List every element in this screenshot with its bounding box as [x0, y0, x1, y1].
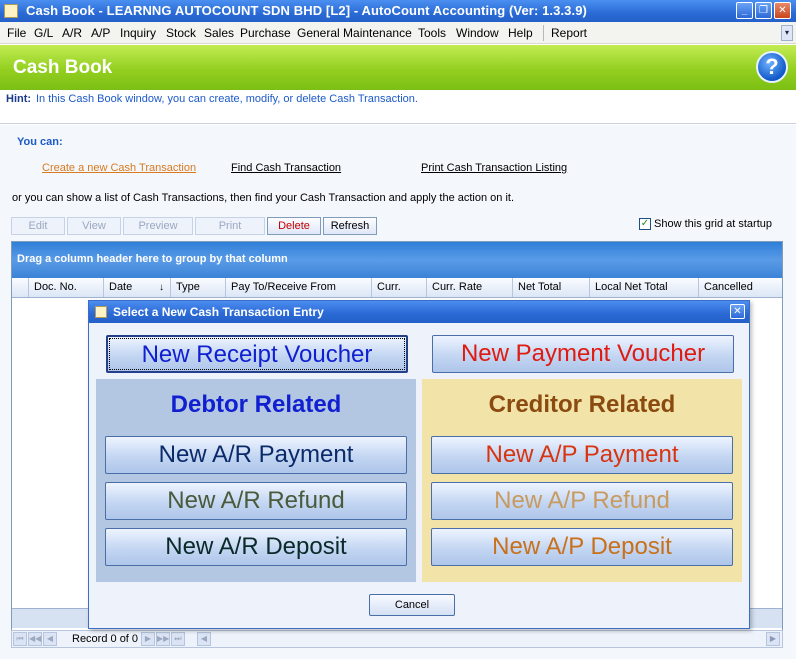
menu-bar: File G/L A/R A/P Inquiry Stock Sales Pur…	[0, 22, 796, 44]
col-date-label: Date	[109, 281, 133, 293]
col-local-net-total[interactable]: Local Net Total	[590, 278, 699, 297]
column-header-row: Doc. No. Date ↓ Type Pay To/Receive From …	[12, 278, 782, 298]
dialog-close-button[interactable]: ✕	[730, 304, 745, 319]
help-icon[interactable]: ?	[756, 51, 788, 83]
minimize-button[interactable]: _	[736, 2, 753, 19]
col-currency-rate[interactable]: Curr. Rate	[427, 278, 513, 297]
creditor-related-title: Creditor Related	[488, 391, 676, 418]
prev-page-icon[interactable]: ◀◀	[28, 632, 42, 646]
col-net-total[interactable]: Net Total	[513, 278, 590, 297]
creditor-related-panel: Creditor Related New A/P Payment New A/P…	[422, 379, 742, 582]
refresh-button[interactable]: Refresh	[323, 217, 377, 235]
new-ar-deposit-button[interactable]: New A/R Deposit	[105, 528, 407, 566]
you-can-label: You can:	[17, 136, 63, 148]
window-title: Cash Book - LEARNNG AUTOCOUNT SDN BHD [L…	[26, 3, 587, 18]
menu-gl[interactable]: G/L	[34, 26, 53, 40]
page-header: Cash Book	[0, 45, 796, 90]
group-by-hint: Drag a column header here to group by th…	[17, 253, 288, 265]
menu-overflow-icon[interactable]: ▾	[781, 25, 793, 41]
col-type[interactable]: Type	[171, 278, 226, 297]
hint-box: Hint: In this Cash Book window, you can …	[0, 90, 796, 124]
create-cash-transaction-link[interactable]: Create a new Cash Transaction	[42, 162, 196, 174]
list-instruction-text: or you can show a list of Cash Transacti…	[12, 192, 515, 204]
menu-window[interactable]: Window	[456, 26, 499, 40]
menu-general-maintenance[interactable]: General Maintenance	[297, 26, 412, 40]
hint-label: Hint:	[6, 93, 32, 105]
app-icon	[4, 4, 18, 18]
col-date[interactable]: Date ↓	[104, 278, 171, 297]
view-button[interactable]: View	[67, 217, 121, 235]
menu-tools[interactable]: Tools	[418, 26, 446, 40]
dialog-title: Select a New Cash Transaction Entry	[113, 305, 324, 319]
scroll-right-icon[interactable]: ▶	[766, 632, 780, 646]
print-button[interactable]: Print	[195, 217, 265, 235]
debtor-related-title: Debtor Related	[170, 391, 342, 418]
next-record-icon[interactable]: ▶	[141, 632, 155, 646]
show-grid-label: Show this grid at startup	[654, 218, 773, 230]
col-cancelled[interactable]: Cancelled	[699, 278, 782, 297]
col-doc-no[interactable]: Doc. No.	[29, 278, 104, 297]
new-cash-transaction-dialog: Select a New Cash Transaction Entry ✕ Ne…	[88, 300, 750, 629]
menu-report[interactable]: Report	[551, 26, 587, 40]
cancel-button[interactable]: Cancel	[369, 594, 455, 616]
menu-ar[interactable]: A/R	[62, 26, 82, 40]
first-record-icon[interactable]: ⏮	[13, 632, 27, 646]
menu-stock[interactable]: Stock	[166, 26, 196, 40]
new-ap-deposit-button[interactable]: New A/P Deposit	[431, 528, 733, 566]
dialog-title-bar[interactable]: Select a New Cash Transaction Entry ✕	[89, 301, 749, 323]
new-ap-payment-button[interactable]: New A/P Payment	[431, 436, 733, 474]
delete-button[interactable]: Delete	[267, 217, 321, 235]
hint-text: In this Cash Book window, you can create…	[36, 93, 418, 105]
debtor-related-panel: Debtor Related New A/R Payment New A/R R…	[96, 379, 416, 582]
new-ar-payment-button[interactable]: New A/R Payment	[105, 436, 407, 474]
menu-ap[interactable]: A/P	[91, 26, 110, 40]
new-ar-refund-button[interactable]: New A/R Refund	[105, 482, 407, 520]
restore-button[interactable]: ❐	[755, 2, 772, 19]
preview-button[interactable]: Preview	[123, 217, 193, 235]
record-navigator: ⏮ ◀◀ ◀ Record 0 of 0 ▶ ▶▶ ⏭ ◀ ▶	[11, 630, 783, 648]
next-page-icon[interactable]: ▶▶	[156, 632, 170, 646]
new-ap-refund-button[interactable]: New A/P Refund	[431, 482, 733, 520]
last-record-icon[interactable]: ⏭	[171, 632, 185, 646]
record-count: Record 0 of 0	[72, 633, 139, 645]
print-cash-transaction-listing-link[interactable]: Print Cash Transaction Listing	[421, 162, 567, 174]
menu-purchase[interactable]: Purchase	[240, 26, 291, 40]
menu-inquiry[interactable]: Inquiry	[120, 26, 156, 40]
col-pay-to-receive-from[interactable]: Pay To/Receive From	[226, 278, 372, 297]
sort-descending-icon: ↓	[159, 282, 164, 293]
menu-file[interactable]: File	[7, 26, 26, 40]
edit-button[interactable]: Edit	[11, 217, 65, 235]
scroll-left-icon[interactable]: ◀	[197, 632, 211, 646]
row-indicator-header	[12, 278, 29, 297]
show-grid-checkbox[interactable]: ✓	[639, 218, 651, 230]
menu-sales[interactable]: Sales	[204, 26, 234, 40]
close-button[interactable]: ✕	[774, 2, 791, 19]
new-payment-voucher-button[interactable]: New Payment Voucher	[432, 335, 734, 373]
new-receipt-voucher-button[interactable]: New Receipt Voucher	[106, 335, 408, 373]
find-cash-transaction-link[interactable]: Find Cash Transaction	[231, 162, 341, 174]
menu-help[interactable]: Help	[508, 26, 533, 40]
page-title: Cash Book	[13, 57, 113, 78]
menu-separator	[543, 25, 544, 41]
group-by-panel[interactable]: Drag a column header here to group by th…	[12, 242, 782, 278]
window-title-bar[interactable]: Cash Book - LEARNNG AUTOCOUNT SDN BHD [L…	[0, 0, 796, 22]
col-currency[interactable]: Curr.	[372, 278, 427, 297]
prev-record-icon[interactable]: ◀	[43, 632, 57, 646]
dialog-icon	[95, 306, 107, 318]
